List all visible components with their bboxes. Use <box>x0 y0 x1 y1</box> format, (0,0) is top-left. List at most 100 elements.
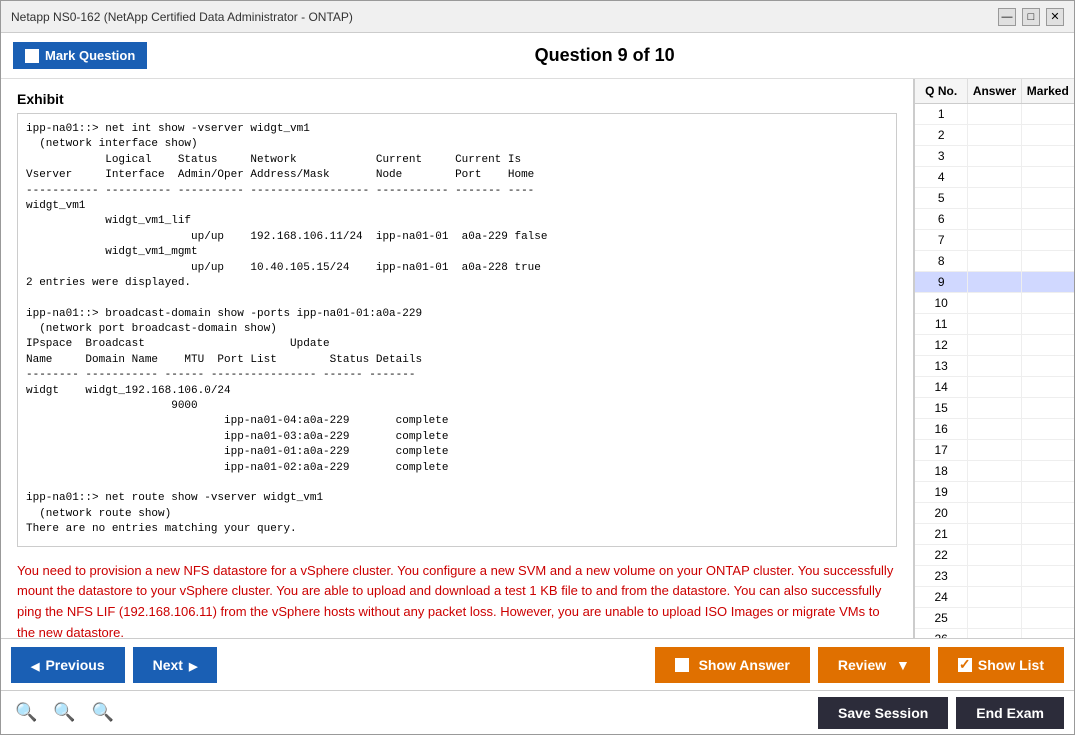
sidebar-cell-answer <box>968 419 1021 439</box>
sidebar-cell-answer <box>968 293 1021 313</box>
sidebar-cell-marked <box>1022 335 1074 355</box>
sidebar-cell-qno: 26 <box>915 629 968 638</box>
sidebar-row[interactable]: 17 <box>915 440 1074 461</box>
sidebar-header-qno: Q No. <box>915 79 968 103</box>
sidebar-row[interactable]: 23 <box>915 566 1074 587</box>
sidebar-cell-marked <box>1022 608 1074 628</box>
sidebar-cell-qno: 9 <box>915 272 968 292</box>
next-arrow-icon <box>189 657 197 673</box>
sidebar-cell-marked <box>1022 356 1074 376</box>
sidebar-cell-marked <box>1022 524 1074 544</box>
prev-arrow-icon <box>31 657 39 673</box>
zoom-in-button[interactable]: 🔍 <box>88 700 118 725</box>
sidebar-row[interactable]: 10 <box>915 293 1074 314</box>
sidebar-cell-answer <box>968 272 1021 292</box>
sidebar-cell-answer <box>968 566 1021 586</box>
sidebar-cell-marked <box>1022 146 1074 166</box>
sidebar-row[interactable]: 18 <box>915 461 1074 482</box>
sidebar-row[interactable]: 4 <box>915 167 1074 188</box>
sidebar-row[interactable]: 1 <box>915 104 1074 125</box>
sidebar-cell-marked <box>1022 167 1074 187</box>
sidebar-cell-marked <box>1022 482 1074 502</box>
sidebar-cell-marked <box>1022 209 1074 229</box>
sidebar-row[interactable]: 8 <box>915 251 1074 272</box>
bottom-toolbar: 🔍 🔍 🔍 Save Session End Exam <box>1 690 1074 734</box>
sidebar-cell-answer <box>968 587 1021 607</box>
sidebar-cell-marked <box>1022 188 1074 208</box>
exhibit-label: Exhibit <box>17 91 897 107</box>
sidebar-cell-qno: 16 <box>915 419 968 439</box>
sidebar-row[interactable]: 16 <box>915 419 1074 440</box>
sidebar-cell-qno: 5 <box>915 188 968 208</box>
next-label: Next <box>153 657 183 673</box>
sidebar-cell-answer <box>968 167 1021 187</box>
save-session-button[interactable]: Save Session <box>818 697 948 729</box>
sidebar-row[interactable]: 12 <box>915 335 1074 356</box>
sidebar-row[interactable]: 9 <box>915 272 1074 293</box>
show-answer-icon <box>675 658 689 672</box>
sidebar-row[interactable]: 2 <box>915 125 1074 146</box>
sidebar-row[interactable]: 7 <box>915 230 1074 251</box>
sidebar-cell-qno: 20 <box>915 503 968 523</box>
show-answer-button[interactable]: Show Answer <box>655 647 810 683</box>
sidebar-header-answer: Answer <box>968 79 1021 103</box>
end-exam-button[interactable]: End Exam <box>956 697 1064 729</box>
show-list-button[interactable]: ✓ Show List <box>938 647 1064 683</box>
sidebar-row[interactable]: 26 <box>915 629 1074 638</box>
question-list-sidebar: Q No. Answer Marked 1 2 3 4 5 6 <box>914 79 1074 638</box>
close-button[interactable]: ✕ <box>1046 8 1064 26</box>
minimize-button[interactable]: — <box>998 8 1016 26</box>
sidebar-row[interactable]: 19 <box>915 482 1074 503</box>
sidebar-row[interactable]: 24 <box>915 587 1074 608</box>
sidebar-cell-qno: 12 <box>915 335 968 355</box>
show-answer-label: Show Answer <box>699 657 790 673</box>
sidebar-cell-marked <box>1022 440 1074 460</box>
sidebar-row[interactable]: 25 <box>915 608 1074 629</box>
sidebar-cell-marked <box>1022 230 1074 250</box>
sidebar-cell-answer <box>968 440 1021 460</box>
sidebar-cell-answer <box>968 230 1021 250</box>
review-button[interactable]: Review ▼ <box>818 647 930 683</box>
sidebar-row[interactable]: 13 <box>915 356 1074 377</box>
sidebar-row[interactable]: 14 <box>915 377 1074 398</box>
sidebar-cell-answer <box>968 461 1021 481</box>
next-button[interactable]: Next <box>133 647 218 683</box>
toolbar: Mark Question Question 9 of 10 <box>1 33 1074 79</box>
sidebar-row[interactable]: 11 <box>915 314 1074 335</box>
zoom-reset-button[interactable]: 🔍 <box>49 700 79 725</box>
sidebar-cell-answer <box>968 251 1021 271</box>
sidebar-cell-marked <box>1022 377 1074 397</box>
sidebar-row[interactable]: 6 <box>915 209 1074 230</box>
end-exam-label: End Exam <box>976 705 1044 721</box>
main-content: Exhibit ipp-na01::> net int show -vserve… <box>1 79 1074 638</box>
sidebar-cell-answer <box>968 608 1021 628</box>
sidebar-row[interactable]: 22 <box>915 545 1074 566</box>
window-controls: — □ ✕ <box>998 8 1064 26</box>
show-list-label: Show List <box>978 657 1044 673</box>
sidebar-cell-answer <box>968 125 1021 145</box>
sidebar-row[interactable]: 21 <box>915 524 1074 545</box>
sidebar-header-marked: Marked <box>1022 79 1074 103</box>
sidebar-cell-qno: 18 <box>915 461 968 481</box>
sidebar-cell-qno: 8 <box>915 251 968 271</box>
sidebar-row[interactable]: 20 <box>915 503 1074 524</box>
restore-button[interactable]: □ <box>1022 8 1040 26</box>
sidebar-cell-qno: 4 <box>915 167 968 187</box>
sidebar-cell-marked <box>1022 104 1074 124</box>
zoom-out-button[interactable]: 🔍 <box>11 700 41 725</box>
sidebar-row[interactable]: 3 <box>915 146 1074 167</box>
sidebar-cell-answer <box>968 335 1021 355</box>
show-list-checkbox-icon: ✓ <box>958 658 972 672</box>
sidebar-cell-marked <box>1022 461 1074 481</box>
sidebar-cell-answer <box>968 503 1021 523</box>
sidebar-cell-qno: 17 <box>915 440 968 460</box>
mark-question-button[interactable]: Mark Question <box>13 42 147 69</box>
sidebar-cell-answer <box>968 377 1021 397</box>
sidebar-row[interactable]: 5 <box>915 188 1074 209</box>
sidebar-cell-marked <box>1022 251 1074 271</box>
previous-button[interactable]: Previous <box>11 647 125 683</box>
window-title: Netapp NS0-162 (NetApp Certified Data Ad… <box>11 10 353 24</box>
review-label: Review <box>838 657 886 673</box>
sidebar-row[interactable]: 15 <box>915 398 1074 419</box>
sidebar-cell-marked <box>1022 398 1074 418</box>
